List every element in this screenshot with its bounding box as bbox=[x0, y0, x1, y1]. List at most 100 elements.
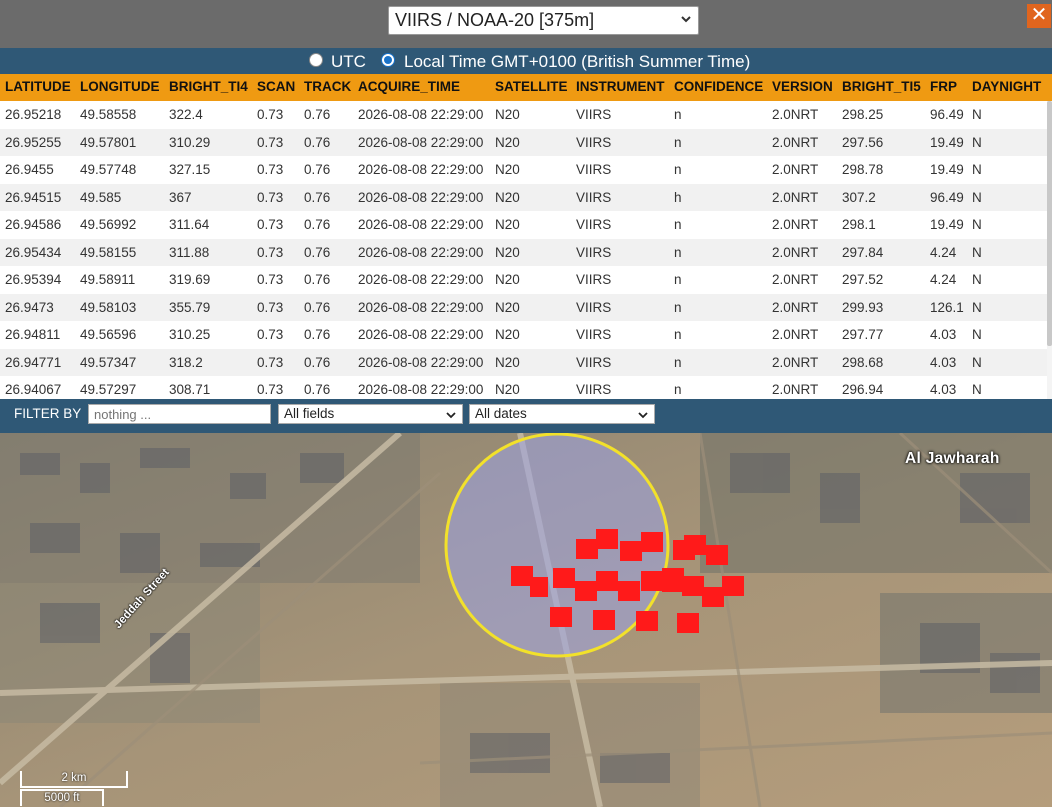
cell-bright-ti4: 311.64 bbox=[169, 217, 210, 232]
table-row[interactable]: 26.94586 49.56992 311.64 0.73 0.76 2026-08-08… bbox=[0, 211, 1047, 239]
cell-scan: 0.73 bbox=[257, 272, 284, 287]
column-header-frp[interactable]: FRP bbox=[930, 79, 957, 94]
cell-confidence: n bbox=[674, 244, 682, 260]
column-header-bright-ti5[interactable]: BRIGHT_TI5 bbox=[842, 79, 921, 94]
cell-acquire-time: 2026-08-08 22:29:00 bbox=[358, 189, 484, 205]
column-header-track[interactable]: TRACK bbox=[304, 79, 351, 94]
column-header-latitude[interactable]: LATITUDE bbox=[5, 79, 71, 94]
cell-frp: 4.03 bbox=[930, 382, 957, 397]
cell-daynight: N bbox=[972, 382, 982, 397]
cell-bright-ti4: 318.2 bbox=[169, 354, 203, 370]
cell-daynight: N bbox=[972, 107, 982, 122]
table-row[interactable]: 26.95255 49.57801 310.29 0.73 0.76 2026-08-08… bbox=[0, 128, 1047, 156]
cell-version: 2.0NRT bbox=[772, 244, 819, 260]
table-row[interactable]: 26.95394 49.58911 319.69 0.73 0.76 2026-08-08… bbox=[0, 266, 1047, 294]
column-header-bright-ti4[interactable]: BRIGHT_TI4 bbox=[169, 79, 248, 94]
cell-latitude: 26.95255 bbox=[5, 134, 62, 150]
column-header-version[interactable]: VERSION bbox=[772, 79, 833, 94]
cell-confidence: n bbox=[674, 327, 682, 342]
column-header-confidence[interactable]: CONFIDENCE bbox=[674, 79, 763, 94]
cell-confidence: n bbox=[674, 107, 682, 122]
cell-scan: 0.73 bbox=[257, 162, 284, 177]
cell-latitude: 26.95434 bbox=[5, 244, 62, 260]
cell-version: 2.0NRT bbox=[772, 299, 819, 315]
cell-instrument: VIIRS bbox=[576, 327, 612, 342]
cell-frp: 4.24 bbox=[930, 244, 957, 260]
cell-longitude: 49.57748 bbox=[80, 162, 137, 177]
cell-acquire-time: 2026-08-08 22:29:00 bbox=[358, 217, 484, 232]
table-scrollbar-thumb[interactable] bbox=[1047, 101, 1052, 346]
filter-bar: FILTER BY All fields All dates bbox=[0, 399, 1052, 433]
cell-satellite: N20 bbox=[495, 327, 520, 342]
table-row[interactable]: 26.9455 49.57748 327.15 0.73 0.76 2026-08-08 … bbox=[0, 156, 1047, 184]
hotspot-table: LATITUDE LONGITUDE BRIGHT_TI4 SCAN TRACK ACQU… bbox=[0, 74, 1052, 399]
filter-input[interactable] bbox=[88, 404, 271, 424]
cell-latitude: 26.9473 bbox=[5, 299, 54, 315]
table-row[interactable]: 26.94771 49.57347 318.2 0.73 0.76 2026-08-08 … bbox=[0, 348, 1047, 376]
dates-select-value: All dates bbox=[475, 406, 527, 421]
satellite-map[interactable]: Al Jawharah Jeddah Street 2 km 5000 ft bbox=[0, 433, 1052, 807]
chevron-down-icon bbox=[638, 412, 648, 419]
table-header: LATITUDE LONGITUDE BRIGHT_TI4 SCAN TRACK ACQU… bbox=[0, 74, 1052, 101]
cell-acquire-time: 2026-08-08 22:29:00 bbox=[358, 327, 484, 342]
cell-bright-ti5: 297.56 bbox=[842, 134, 884, 150]
cell-confidence: n bbox=[674, 134, 682, 150]
cell-instrument: VIIRS bbox=[576, 354, 612, 370]
sensor-select-value: VIIRS / NOAA-20 [375m] bbox=[395, 10, 595, 30]
column-header-daynight[interactable]: DAYNIGHT bbox=[972, 79, 1041, 94]
column-header-instrument[interactable]: INSTRUMENT bbox=[576, 79, 665, 94]
local-time-radio[interactable] bbox=[381, 53, 395, 67]
cell-bright-ti5: 296.94 bbox=[842, 382, 884, 397]
cell-longitude: 49.58103 bbox=[80, 299, 137, 315]
column-header-scan[interactable]: SCAN bbox=[257, 79, 295, 94]
cell-bright-ti4: 311.88 bbox=[169, 244, 210, 260]
cell-track: 0.76 bbox=[304, 354, 331, 370]
place-label: Al Jawharah bbox=[905, 450, 1000, 467]
cell-frp: 4.24 bbox=[930, 272, 957, 287]
cell-version: 2.0NRT bbox=[772, 354, 819, 370]
cell-version: 2.0NRT bbox=[772, 134, 819, 150]
cell-bright-ti5: 299.93 bbox=[842, 299, 884, 315]
cell-bright-ti5: 297.52 bbox=[842, 272, 884, 287]
cell-bright-ti5: 298.25 bbox=[842, 107, 884, 122]
top-bar: VIIRS / NOAA-20 [375m] ✕ bbox=[0, 0, 1052, 48]
map-imagery bbox=[0, 433, 1052, 807]
cell-daynight: N bbox=[972, 327, 982, 342]
column-header-longitude[interactable]: LONGITUDE bbox=[80, 79, 160, 94]
table-row[interactable]: 26.95434 49.58155 311.88 0.73 0.76 2026-08-08… bbox=[0, 238, 1047, 266]
table-row[interactable]: 26.95218 49.58558 322.4 0.73 0.76 2026-08-08 … bbox=[0, 101, 1047, 129]
cell-bright-ti5: 297.84 bbox=[842, 244, 884, 260]
cell-bright-ti4: 308.71 bbox=[169, 382, 211, 397]
table-row[interactable]: 26.94515 49.585 367 0.73 0.76 2026-08-08 22:2… bbox=[0, 183, 1047, 211]
cell-acquire-time: 2026-08-08 22:29:00 bbox=[358, 107, 484, 122]
cell-confidence: n bbox=[674, 217, 682, 232]
cell-instrument: VIIRS bbox=[576, 272, 612, 287]
cell-satellite: N20 bbox=[495, 162, 520, 177]
cell-version: 2.0NRT bbox=[772, 217, 819, 232]
dates-select[interactable]: All dates bbox=[469, 404, 655, 424]
utc-label: UTC bbox=[331, 52, 366, 71]
cell-acquire-time: 2026-08-08 22:29:00 bbox=[358, 382, 484, 397]
local-time-label: Local Time GMT+0100 (British Summer Time… bbox=[404, 52, 751, 71]
filter-label: FILTER BY bbox=[14, 406, 82, 421]
fields-select[interactable]: All fields bbox=[278, 404, 463, 424]
cell-satellite: N20 bbox=[495, 134, 520, 150]
cell-longitude: 49.57347 bbox=[80, 354, 137, 370]
cell-instrument: VIIRS bbox=[576, 217, 612, 232]
sensor-select[interactable]: VIIRS / NOAA-20 [375m] bbox=[388, 6, 699, 35]
column-header-satellite[interactable]: SATELLITE bbox=[495, 79, 568, 94]
cell-bright-ti5: 307.2 bbox=[842, 189, 876, 205]
cell-bright-ti4: 327.15 bbox=[169, 162, 211, 177]
cell-scan: 0.73 bbox=[257, 299, 284, 315]
column-header-acquire-time[interactable]: ACQUIRE_TIME bbox=[358, 79, 460, 94]
cell-longitude: 49.585 bbox=[80, 189, 122, 205]
close-button[interactable]: ✕ bbox=[1027, 4, 1051, 28]
cell-version: 2.0NRT bbox=[772, 162, 819, 177]
cell-version: 2.0NRT bbox=[772, 327, 819, 342]
table-row[interactable]: 26.94811 49.56596 310.25 0.73 0.76 2026-08-08… bbox=[0, 321, 1047, 349]
cell-track: 0.76 bbox=[304, 189, 331, 205]
chevron-down-icon bbox=[681, 16, 691, 23]
table-row[interactable]: 26.9473 49.58103 355.79 0.73 0.76 2026-08-08 … bbox=[0, 293, 1047, 321]
utc-radio[interactable] bbox=[309, 53, 323, 67]
table-row[interactable]: 26.94067 49.57297 308.71 0.73 0.76 2026-08-08… bbox=[0, 376, 1047, 399]
